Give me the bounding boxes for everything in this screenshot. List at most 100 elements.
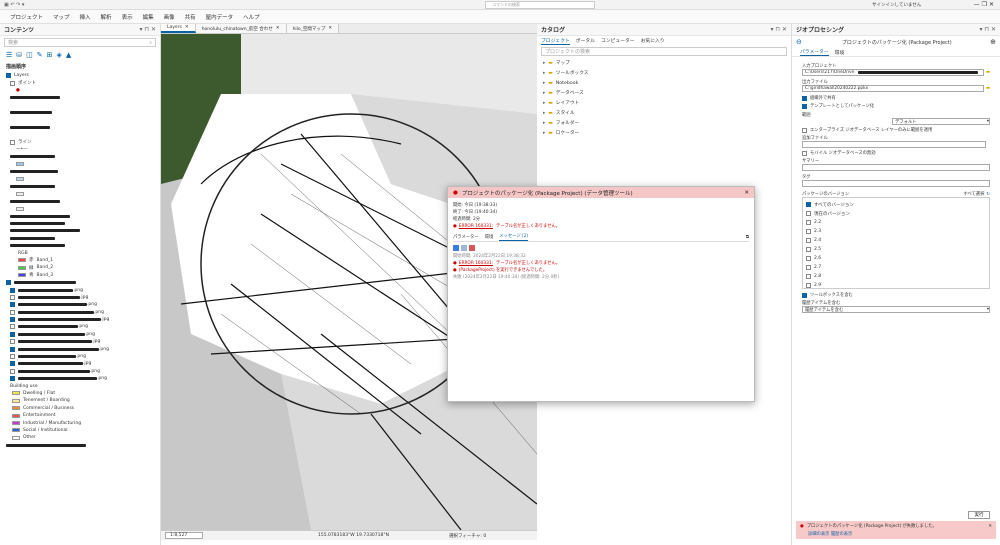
window-controls[interactable]: — ❐ ✕ [974, 1, 994, 8]
error-filter-icon[interactable] [469, 245, 475, 251]
visibility-checkbox[interactable] [10, 339, 15, 345]
layer-item[interactable]: 緑 Band_2 [0, 264, 160, 271]
tab-parameters[interactable]: パラメーター [453, 234, 479, 241]
layer-item[interactable]: .jpg [0, 360, 160, 367]
contents-search[interactable]: 検索 ⌕ [4, 38, 156, 47]
layer-item[interactable] [0, 212, 160, 219]
layer-item[interactable] [0, 94, 160, 101]
menu-item[interactable]: 共有 [185, 13, 196, 21]
layer-item[interactable]: RGB [0, 249, 160, 256]
warning-filter-icon[interactable] [461, 245, 467, 251]
window-icons[interactable]: ▣ ↶ ↷ ▾ [4, 2, 24, 8]
layer-item[interactable]: .jpg [0, 316, 160, 323]
chevron-right-icon[interactable]: ▸ [543, 131, 545, 136]
checkbox[interactable] [802, 103, 807, 109]
checkbox[interactable] [806, 229, 811, 234]
version-item[interactable]: 2.8 [803, 272, 989, 281]
selection-icon[interactable]: ◫ [26, 51, 33, 59]
copy-icon[interactable]: ⧉ [746, 234, 749, 241]
visibility-checkbox[interactable] [10, 139, 15, 145]
visibility-checkbox[interactable] [6, 73, 11, 79]
menu-item[interactable]: ヘルプ [243, 13, 260, 21]
summary-field[interactable] [802, 164, 990, 171]
edit-icon[interactable]: ✎ [37, 51, 43, 59]
visibility-checkbox[interactable] [6, 280, 11, 286]
checkbox[interactable] [806, 274, 811, 279]
layer-item[interactable]: ライン [0, 139, 160, 146]
select-all-link[interactable]: すべて選択 [963, 191, 984, 197]
layer-item[interactable]: .png [0, 331, 160, 338]
menu-item[interactable]: 編集 [143, 13, 154, 21]
layer-item[interactable] [0, 205, 160, 212]
visibility-checkbox[interactable] [10, 80, 15, 86]
history-select[interactable]: 履歴アイテムを含む ▾ [802, 306, 990, 313]
run-button[interactable]: 実行 [968, 511, 990, 519]
layer-item[interactable]: Other [0, 434, 160, 441]
layer-item[interactable]: ● [0, 87, 160, 94]
error-code-link[interactable]: ERROR 160331: [459, 223, 493, 230]
layer-item[interactable] [0, 242, 160, 249]
checkbox[interactable] [806, 265, 811, 270]
layers-root[interactable]: Layers [0, 72, 160, 79]
layer-item[interactable]: ポイント [0, 79, 160, 86]
layer-item[interactable]: 赤 Band_1 [0, 257, 160, 264]
layer-item[interactable]: Entertainment [0, 412, 160, 419]
close-icon[interactable]: ✕ [185, 25, 189, 30]
info-filter-icon[interactable] [453, 245, 459, 251]
catalog-search-input[interactable]: プロジェクトの検索 [545, 48, 590, 55]
layer-item[interactable] [0, 227, 160, 234]
pane-controls[interactable]: ▾ ⊓ ✕ [979, 26, 996, 33]
version-item[interactable]: 2.9 [803, 281, 989, 290]
checkbox[interactable] [806, 238, 811, 243]
layer-item[interactable] [0, 183, 160, 190]
input-field[interactable]: C:\Users\217\OneDrive [802, 69, 984, 76]
visibility-checkbox[interactable] [10, 317, 15, 323]
catalog-item[interactable]: ▸ ▬ ツールボックス [537, 68, 791, 78]
add-icon[interactable]: ⊕ [990, 38, 996, 46]
layer-item[interactable] [0, 102, 160, 109]
layer-item[interactable] [0, 442, 160, 449]
enterprise-row[interactable]: エンタープライズ ジオデータベース レイヤーのみに範囲を適用 [802, 127, 990, 133]
snapping-icon[interactable]: ⊞ [47, 51, 53, 59]
visibility-checkbox[interactable] [10, 287, 15, 293]
chevron-right-icon[interactable]: ▸ [543, 81, 545, 86]
close-icon[interactable]: ✕ [988, 524, 992, 529]
visibility-checkbox[interactable] [10, 302, 15, 308]
visibility-checkbox[interactable] [10, 331, 15, 337]
checkbox[interactable] [802, 150, 807, 156]
layer-item[interactable] [0, 116, 160, 123]
version-item[interactable]: 2.6 [803, 254, 989, 263]
checkbox[interactable] [806, 202, 811, 207]
layer-item[interactable] [0, 124, 160, 131]
menu-item[interactable]: 挿入 [80, 13, 91, 21]
checkbox[interactable] [806, 247, 811, 252]
catalog-item[interactable]: ▸ ▬ レイアウト [537, 98, 791, 108]
layer-item[interactable] [0, 175, 160, 182]
layer-item[interactable]: —•— [0, 146, 160, 153]
folder-icon[interactable]: ▬ [986, 70, 990, 75]
layer-item[interactable]: .jpg [0, 294, 160, 301]
refresh-icon[interactable]: ↻ [986, 192, 990, 197]
catalog-item[interactable]: ▸ ▬ マップ [537, 58, 791, 68]
toolbox-row[interactable]: ツールボックスを含む [802, 292, 990, 298]
layer-item[interactable]: .png [0, 368, 160, 375]
layer-item[interactable]: .png [0, 323, 160, 330]
catalog-tab[interactable]: コンピューター [601, 37, 635, 44]
layer-item[interactable]: .jpg [0, 338, 160, 345]
chevron-right-icon[interactable]: ▸ [543, 111, 545, 116]
catalog-item[interactable]: ▸ ▬ スタイル [537, 108, 791, 118]
catalog-search[interactable]: プロジェクトの検索 [541, 47, 787, 56]
visibility-checkbox[interactable] [10, 294, 15, 300]
menu-item[interactable]: マップ [53, 13, 70, 21]
catalog-item[interactable]: ▸ ▬ Notebook [537, 78, 791, 88]
menu-item[interactable]: プロジェクト [10, 13, 43, 21]
layer-item[interactable]: .png [0, 309, 160, 316]
visibility-checkbox[interactable] [10, 368, 15, 374]
signin-text[interactable]: サインインしていません [872, 2, 921, 8]
share-outside-row[interactable]: 組織外で共有 [802, 95, 990, 101]
status-links[interactable]: 詳細の表示 履歴の表示 [808, 531, 992, 537]
visibility-checkbox[interactable] [10, 376, 15, 382]
checkbox[interactable] [802, 127, 807, 133]
layer-item[interactable]: 青 Band_3 [0, 272, 160, 279]
list-by-drawing-order-icon[interactable]: ☰ [6, 51, 12, 59]
